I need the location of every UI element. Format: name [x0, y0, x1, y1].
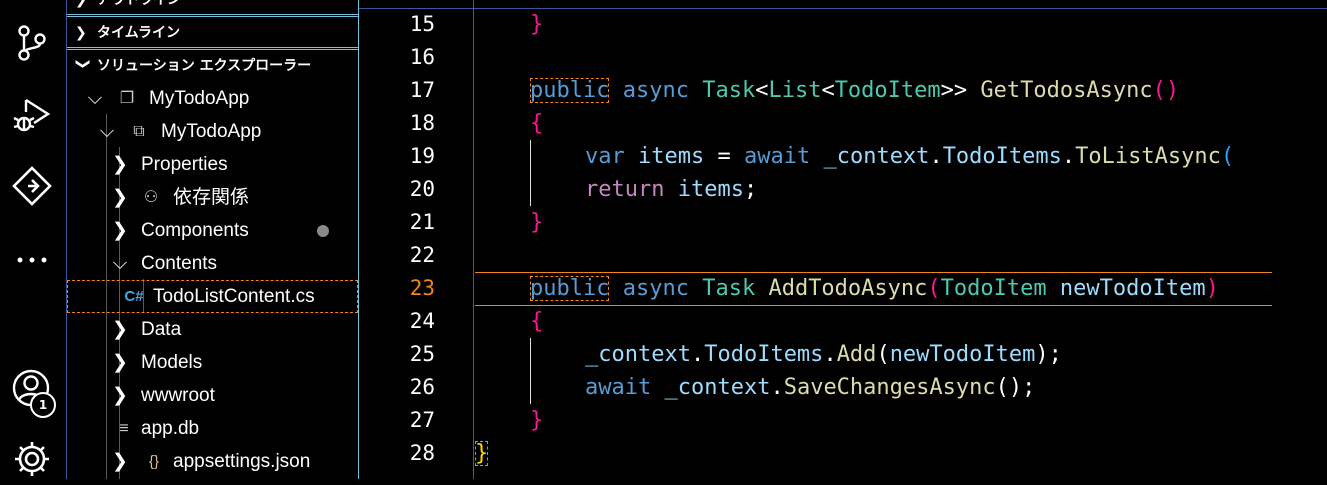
settings-icon[interactable] [10, 437, 54, 481]
line-number: 17 [409, 78, 435, 102]
code-line: var items = await _context.TodoItems.ToL… [585, 144, 1235, 169]
code-line: } [530, 408, 544, 433]
outline-section-header[interactable]: ❯ アウトライン [67, 0, 358, 15]
tree-item-label: TodoListContent.cs [153, 286, 315, 307]
line-number: 24 [409, 309, 435, 333]
chevron-right-icon: ❯ [75, 25, 87, 41]
code-line: return items; [585, 177, 758, 202]
chevron-right-icon: ❯ [112, 451, 128, 472]
code-line: { [530, 111, 544, 136]
line-number: 26 [409, 375, 435, 399]
tree-item-label: Models [141, 352, 203, 373]
section-title: タイムライン [97, 25, 181, 41]
csharp-file-icon: C# [124, 288, 144, 305]
json-icon: {} [148, 453, 160, 470]
code-line: } [530, 12, 544, 37]
tree-item-models[interactable]: ❯ Models [67, 346, 358, 379]
line-number: 21 [409, 210, 435, 234]
dependencies-icon: ⚇ [143, 189, 159, 206]
chevron-right-icon: ❯ [112, 220, 128, 241]
line-number: 22 [409, 243, 435, 267]
tree-item-wwwroot[interactable]: ❯ wwwroot [67, 379, 358, 412]
current-line-bottom-border [475, 305, 1272, 306]
tree-item-label: app.db [141, 418, 200, 439]
code-line: } [475, 441, 489, 466]
line-number-current: 23 [409, 276, 435, 300]
chevron-right-icon: ❯ [112, 154, 128, 175]
line-number: 15 [409, 12, 435, 36]
tree-item-label: appsettings.json [173, 451, 311, 472]
source-control-icon[interactable] [10, 21, 54, 65]
chevron-right-icon: ❯ [112, 385, 128, 406]
run-debug-icon[interactable] [10, 94, 54, 138]
tree-item-label: MyTodoApp [149, 88, 250, 109]
tree-item-contents[interactable]: ⌵ Contents [67, 247, 358, 280]
activity-bar: 1 [0, 0, 67, 479]
tree-item-label: Properties [141, 154, 228, 175]
section-title: ソリューション エクスプローラー [97, 58, 312, 74]
chevron-down-icon: ⌵ [99, 121, 115, 142]
editor-top-border [359, 8, 1327, 9]
tree-item-label: wwwroot [141, 385, 215, 406]
git-lens-icon[interactable] [10, 164, 54, 208]
line-number: 25 [409, 342, 435, 366]
more-icon[interactable] [10, 238, 54, 282]
chevron-right-icon: ❯ [112, 187, 128, 208]
tree-item-label: Contents [141, 253, 218, 274]
code-line: { [530, 309, 544, 334]
tree-item-appsettings[interactable]: ❯ {} appsettings.json [67, 445, 358, 478]
line-number: 18 [409, 111, 435, 135]
tree-item-todolistcontent[interactable]: C# TodoListContent.cs [67, 280, 358, 313]
solution-icon: ❐ [119, 90, 135, 107]
code-line: await _context.SaveChangesAsync(); [585, 375, 1036, 400]
code-line: public async Task<List<TodoItem>> GetTod… [530, 78, 1180, 103]
line-number: 20 [409, 177, 435, 201]
code-editor[interactable]: 15 16 17 18 19 20 21 22 23 24 25 26 27 2… [359, 0, 1327, 479]
accounts-badge: 1 [30, 392, 56, 418]
tree-item-label: MyTodoApp [161, 121, 262, 142]
code-line: _context.TodoItems.Add(newTodoItem); [585, 342, 1062, 367]
code-line: } [530, 210, 544, 235]
file-icon: ≡ [119, 420, 129, 437]
tree-item-data[interactable]: ❯ Data [67, 313, 358, 346]
indent-guide [530, 140, 531, 206]
tree-item-solution[interactable]: ⌵ ❐ MyTodoApp [67, 82, 358, 115]
chevron-right-icon: ❯ [112, 352, 128, 373]
tree-item-dependencies[interactable]: ❯ ⚇ 依存関係 [67, 181, 358, 214]
project-icon: ⧉ [133, 123, 145, 140]
line-number: 27 [409, 408, 435, 432]
chevron-down-icon: ⌵ [87, 88, 103, 109]
tree-item-properties[interactable]: ❯ Properties [67, 148, 358, 181]
code-line-current: public async Task AddTodoAsync(TodoItem … [530, 276, 1219, 301]
line-number: 16 [409, 45, 435, 69]
line-number: 28 [409, 441, 435, 465]
line-number: 19 [409, 144, 435, 168]
tree-item-label: Data [141, 319, 182, 340]
tree-item-project[interactable]: ⌵ ⧉ MyTodoApp [67, 115, 358, 148]
chevron-down-icon: ⌵ [112, 253, 128, 274]
gutter-separator [473, 0, 474, 479]
chevron-right-icon: ❯ [75, 0, 87, 8]
explorer-sidebar: ❯ アウトライン ❯ タイムライン ❯ ソリューション エクスプローラー ⌵ ❐… [67, 0, 359, 479]
chevron-down-icon: ❯ [75, 58, 91, 70]
chevron-right-icon: ❯ [112, 319, 128, 340]
tree-item-label: 依存関係 [173, 187, 250, 208]
solution-explorer-section-header[interactable]: ❯ ソリューション エクスプローラー [67, 49, 358, 81]
tree-item-appdb[interactable]: ≡ app.db [67, 412, 358, 445]
modified-dot-icon [317, 225, 329, 237]
section-title: アウトライン [97, 0, 181, 8]
timeline-section-header[interactable]: ❯ タイムライン [67, 16, 358, 48]
tree-item-components[interactable]: ❯ Components [67, 214, 358, 247]
indent-guide [530, 338, 531, 404]
tree-item-label: Components [141, 220, 249, 241]
